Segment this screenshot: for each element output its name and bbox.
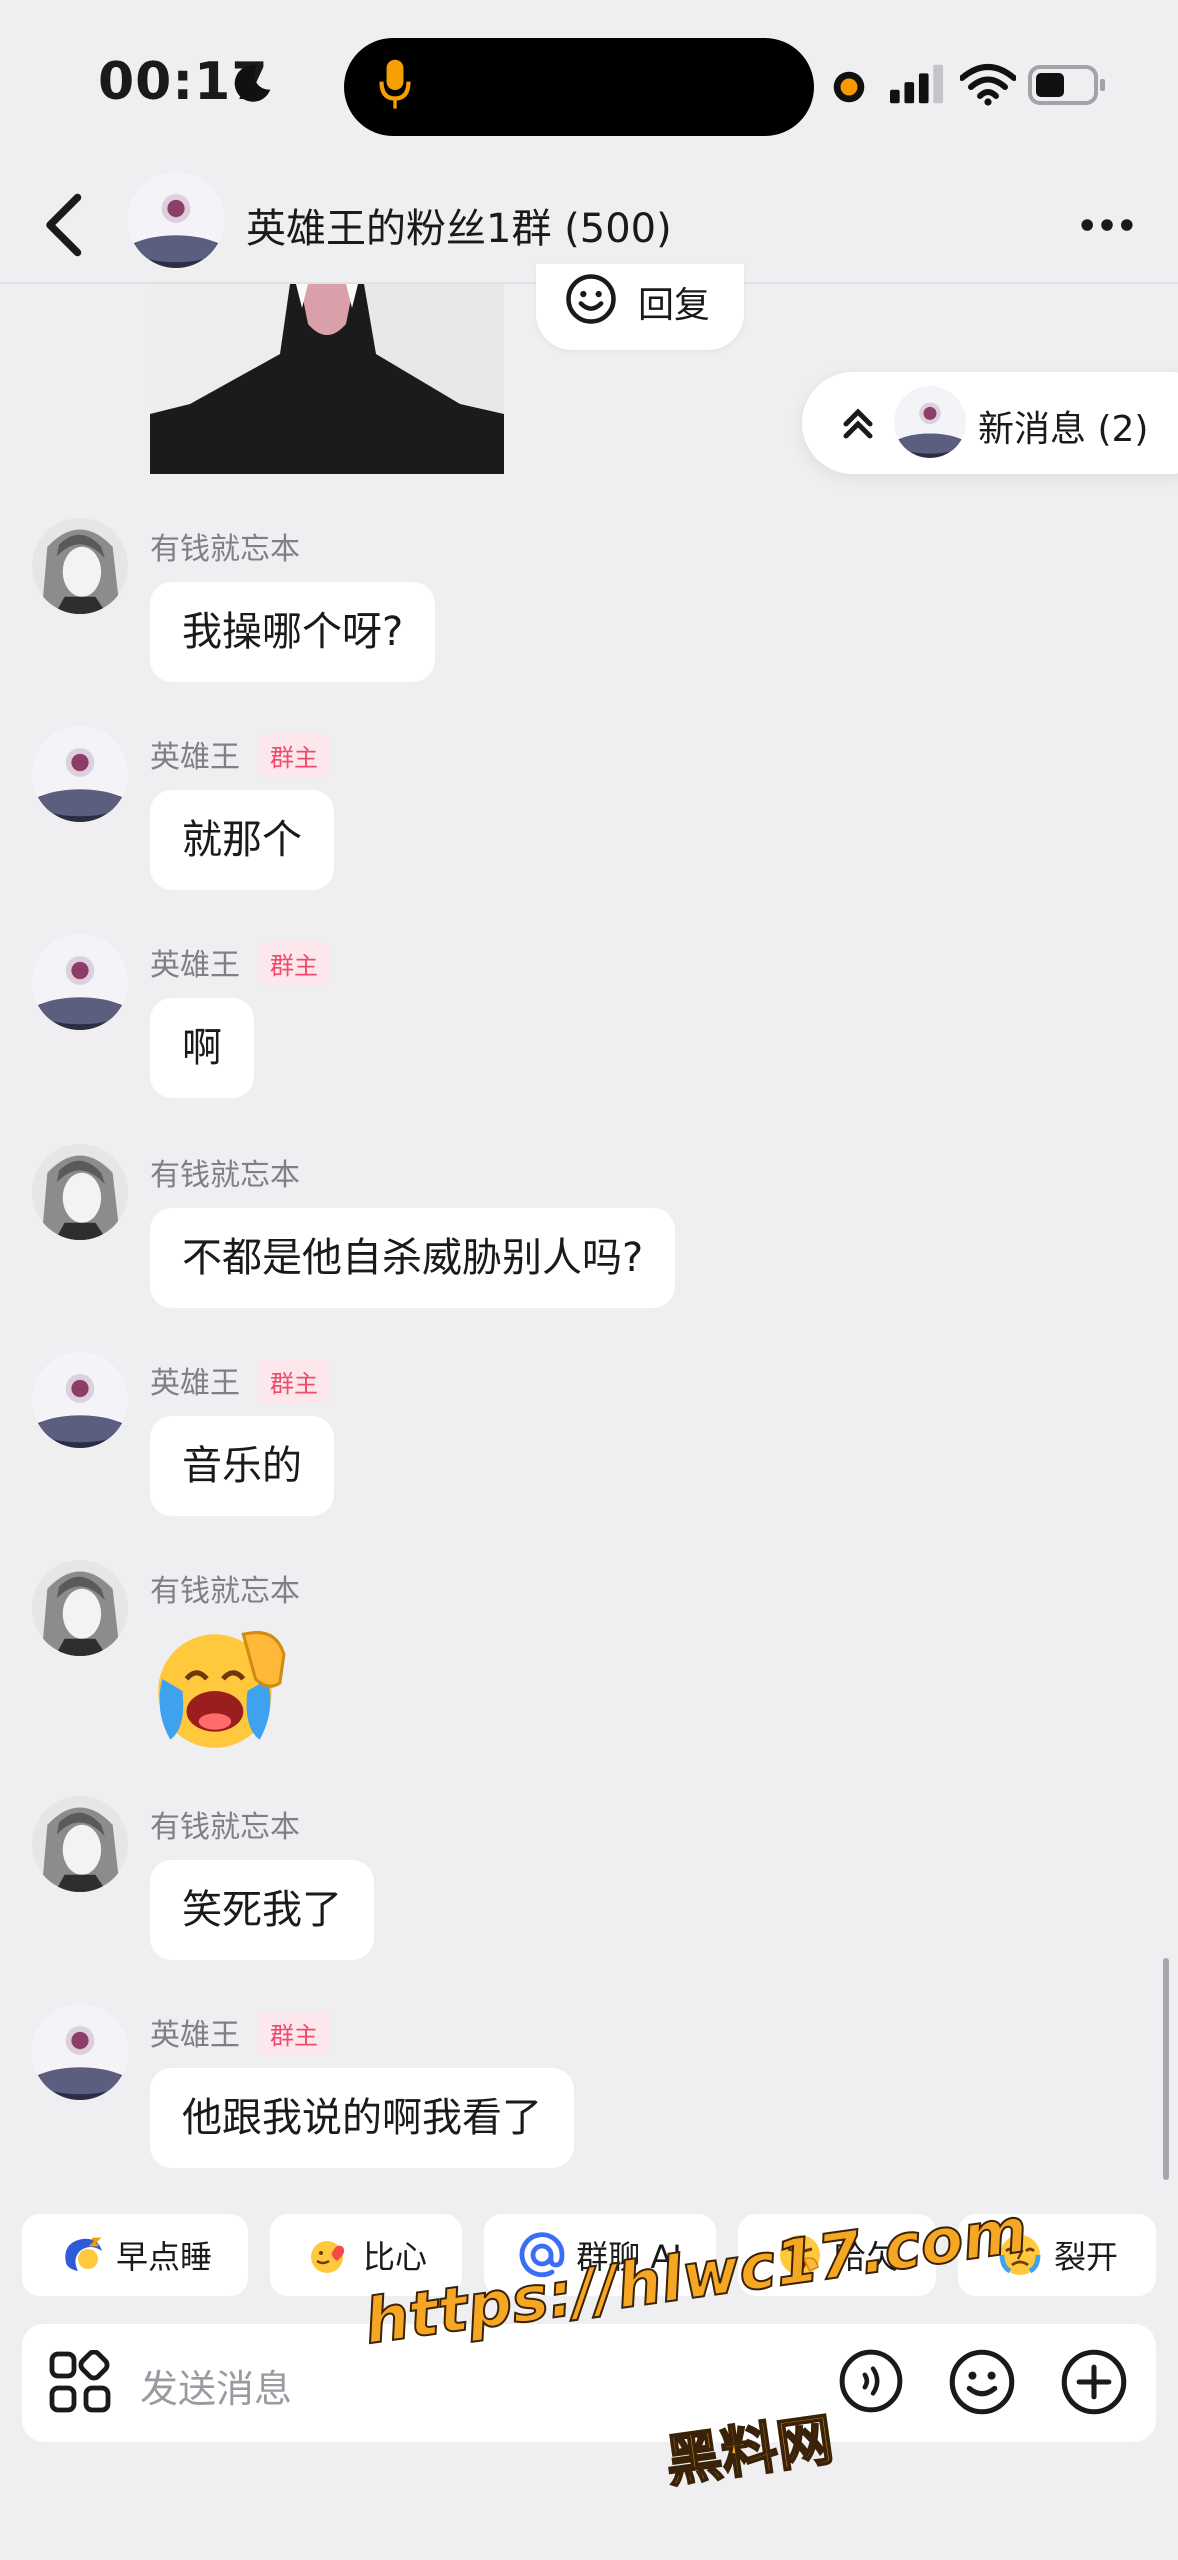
- chip-label: 比心: [362, 2238, 427, 2276]
- double-chevron-up-icon: [843, 408, 873, 439]
- message-bubble[interactable]: 就那个: [150, 790, 334, 890]
- chat-title[interactable]: 英雄王的粉丝1群 (500): [246, 196, 672, 254]
- dynamic-island: [344, 38, 814, 136]
- sender-name: 有钱就忘本: [150, 1158, 300, 1193]
- scrollbar[interactable]: [1163, 1958, 1169, 2180]
- owner-badge: 群主: [258, 2012, 330, 2055]
- more-options-icon[interactable]: [1080, 200, 1134, 250]
- owner-badge: 群主: [258, 734, 330, 777]
- sender-name: 英雄王: [150, 948, 240, 983]
- apps-grid-icon[interactable]: [48, 2350, 112, 2414]
- back-button[interactable]: [40, 190, 90, 260]
- heart-hands-icon: [310, 2241, 345, 2273]
- owner-badge: 群主: [258, 1360, 330, 1403]
- sender-name: 英雄王: [150, 2018, 240, 2053]
- message-bubble[interactable]: 音乐的: [150, 1416, 334, 1516]
- chip-label: 裂开: [1053, 2238, 1118, 2276]
- image-message[interactable]: [150, 284, 504, 474]
- message-bubble[interactable]: 他跟我说的啊我看了: [150, 2068, 574, 2168]
- avatar[interactable]: [32, 1796, 128, 1892]
- avatar[interactable]: [32, 1144, 128, 1240]
- smile-reply-icon: [566, 274, 616, 324]
- owner-badge: 群主: [258, 942, 330, 985]
- avatar[interactable]: [32, 518, 128, 614]
- recording-indicator-icon: [833, 71, 865, 103]
- wifi-icon: [960, 64, 1016, 106]
- group-avatar[interactable]: [128, 172, 224, 268]
- sender-name: 有钱就忘本: [150, 1574, 300, 1609]
- laugh-crying-emoji-icon[interactable]: [150, 1622, 292, 1752]
- new-message-avatar: [894, 386, 966, 458]
- message-bubble[interactable]: 笑死我了: [150, 1860, 374, 1960]
- message-input[interactable]: 发送消息: [140, 2358, 292, 2413]
- message-bubble[interactable]: 啊: [150, 998, 254, 1098]
- avatar[interactable]: [32, 2004, 128, 2100]
- quick-reply-chip[interactable]: 早点睡: [22, 2214, 248, 2296]
- sender-name: 有钱就忘本: [150, 532, 300, 567]
- message-bubble[interactable]: 不都是他自杀威胁别人吗?: [150, 1208, 676, 1308]
- avatar[interactable]: [32, 934, 128, 1030]
- avatar[interactable]: [32, 1560, 128, 1656]
- avatar[interactable]: [32, 726, 128, 822]
- add-icon[interactable]: [1060, 2348, 1128, 2416]
- signal-icon: [890, 64, 944, 104]
- chip-label: 早点睡: [115, 2238, 212, 2276]
- avatar[interactable]: [32, 1352, 128, 1448]
- moon-icon: [234, 65, 271, 102]
- sender-name: 英雄王: [150, 740, 240, 775]
- microphone-icon: [379, 59, 411, 109]
- sender-name: 有钱就忘本: [150, 1810, 300, 1845]
- sender-name: 英雄王: [150, 1366, 240, 1401]
- battery-icon: [1028, 65, 1105, 105]
- reply-label: 回复: [638, 285, 711, 326]
- new-messages-label: 新消息 (2): [978, 409, 1149, 450]
- sleep-moon-icon: [65, 2237, 102, 2271]
- voice-input-icon[interactable]: [838, 2348, 904, 2414]
- message-bubble[interactable]: 我操哪个呀?: [150, 582, 436, 682]
- emoji-icon[interactable]: [948, 2348, 1016, 2416]
